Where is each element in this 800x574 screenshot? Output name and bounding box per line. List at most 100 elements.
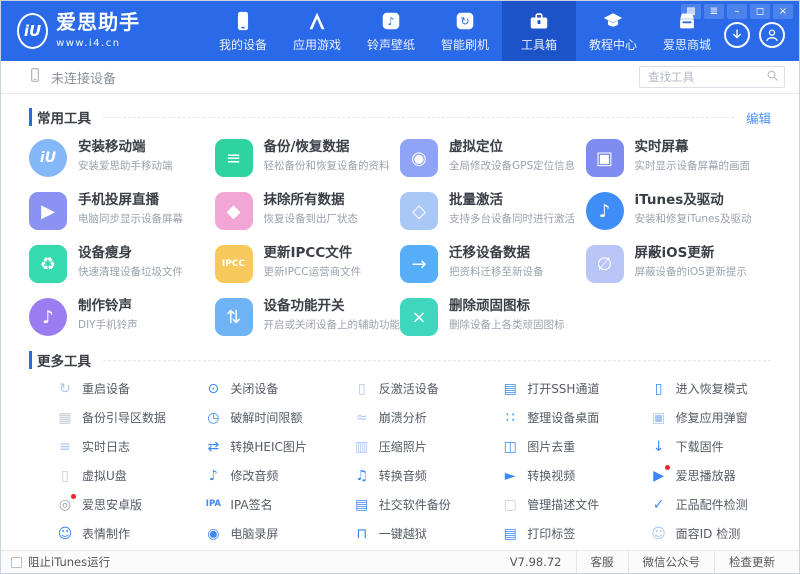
tool-virtual-location[interactable]: ◉ 虚拟定位 全局修改设备GPS定位信息 <box>400 139 586 177</box>
block-itunes-label[interactable]: 阻止iTunes运行 <box>28 554 110 570</box>
nav-ringtones-wallpapers[interactable]: ♪ 铃声壁纸 <box>354 1 428 61</box>
tool-subtitle: 开启或关闭设备上的辅助功能 <box>263 318 401 331</box>
tool-device-slim[interactable]: ♻ 设备瘦身 快速清理设备垃圾文件 <box>29 245 215 283</box>
tool-install-mobile[interactable]: iU 安装移动端 安装爱思助手移动端 <box>29 139 215 177</box>
mtool-label: 压缩照片 <box>378 440 427 454</box>
window-icon: ▣ <box>651 409 666 426</box>
mtool-label: IPA签名 <box>230 498 273 512</box>
mtool-edit-audio[interactable]: ♪ 修改音频 <box>177 467 325 484</box>
mtool-sticker-maker[interactable]: ☺ 表情制作 <box>29 525 177 542</box>
wechat-link[interactable]: 微信公众号 <box>627 550 715 573</box>
trash-icon: × <box>400 298 438 336</box>
support-link[interactable]: 客服 <box>575 550 628 573</box>
mtool-social-backup[interactable]: ▤ 社交软件备份 <box>326 496 474 513</box>
tool-itunes-driver[interactable]: ♪ iTunes及驱动 安装和修复iTunes及驱动 <box>585 192 772 230</box>
tool-batch-activate[interactable]: ◇ 批量激活 支持多台设备同时进行激活 <box>400 192 586 230</box>
mtool-deactivate-device[interactable]: ▯ 反激活设备 <box>326 380 474 397</box>
mtool-screen-record[interactable]: ◉ 电脑录屏 <box>177 525 325 542</box>
nav-apps-games[interactable]: 应用游戏 <box>280 1 354 61</box>
search-input[interactable] <box>648 70 765 84</box>
nav-my-devices[interactable]: 我的设备 <box>206 1 280 61</box>
skin-theme-icon[interactable]: ▩ <box>681 4 701 19</box>
mtool-accessory-check[interactable]: ✓ 正品配件检测 <box>623 496 771 513</box>
tool-search <box>639 66 785 88</box>
mtool-label: 图片去重 <box>527 440 576 454</box>
tool-erase-data[interactable]: ◆ 抹除所有数据 恢复设备到出厂状态 <box>214 192 401 230</box>
nav-smart-flash[interactable]: ↻ 智能刷机 <box>428 1 502 61</box>
record-icon: ◉ <box>207 525 220 542</box>
tool-update-ipcc[interactable]: IPCC 更新IPCC文件 更新IPCC运营商文件 <box>214 245 401 283</box>
mtool-jailbreak[interactable]: ⊓ 一键越狱 <box>326 525 474 542</box>
tool-subtitle: DIY手机铃声 <box>78 318 138 331</box>
mtool-label: 进入恢复模式 <box>675 382 748 396</box>
block-itunes-checkbox[interactable] <box>11 556 22 568</box>
mtool-ipa-sign[interactable]: IPA IPA签名 <box>177 496 325 513</box>
boot-backup-icon: ▦ <box>58 409 72 426</box>
convert-icon: ⇄ <box>207 438 220 455</box>
mtool-virtual-udisk[interactable]: ▯ 虚拟U盘 <box>29 467 177 484</box>
maximize-icon[interactable]: ◻ <box>750 4 770 19</box>
mtool-shutdown-device[interactable]: ⊙ 关闭设备 <box>177 380 325 397</box>
mtool-label: 实时日志 <box>82 440 131 454</box>
mtool-fix-app-popup[interactable]: ▣ 修复应用弹窗 <box>623 409 771 426</box>
folder-icon: ▤ <box>355 496 369 513</box>
tool-title: 屏蔽iOS更新 <box>634 245 715 261</box>
mtool-convert-video[interactable]: ► 转换视频 <box>474 467 622 484</box>
mtool-backup-boot-data[interactable]: ▦ 备份引导区数据 <box>29 409 177 426</box>
brand-site: www.i4.cn <box>56 38 121 50</box>
mtool-compress-photo[interactable]: ▥ 压缩照片 <box>326 438 474 455</box>
mtool-faceid-check[interactable]: ☺ 面容ID 检测 <box>623 525 771 542</box>
mtool-recovery-mode[interactable]: ▯ 进入恢复模式 <box>623 380 771 397</box>
clock-icon: ◷ <box>207 409 220 426</box>
user-account-button[interactable] <box>759 22 785 48</box>
tool-title: 迁移设备数据 <box>449 245 530 261</box>
download-manager-button[interactable] <box>724 22 750 48</box>
mtool-image-dedup[interactable]: ◫ 图片去重 <box>474 438 622 455</box>
mtool-convert-heic[interactable]: ⇄ 转换HEIC图片 <box>177 438 325 455</box>
tool-delete-stubborn-icons[interactable]: × 删除顽固图标 删除设备上各类顽固图标 <box>400 298 586 336</box>
mtool-convert-audio[interactable]: ♫ 转换音频 <box>326 467 474 484</box>
mtool-download-firmware[interactable]: ↓ 下载固件 <box>623 438 771 455</box>
terminal-icon: ▤ <box>503 380 517 397</box>
edit-link[interactable]: 编辑 <box>746 108 771 127</box>
tool-device-switches[interactable]: ⇅ 设备功能开关 开启或关闭设备上的辅助功能 <box>214 298 401 336</box>
mtool-print-label[interactable]: ▤ 打印标签 <box>474 525 622 542</box>
mtool-i4-player[interactable]: ▶ 爱思播放器 <box>623 464 771 484</box>
tool-subtitle: 屏蔽设备的iOS更新提示 <box>634 265 747 278</box>
tool-make-ringtone[interactable]: ♪ 制作铃声 DIY手机铃声 <box>29 298 215 336</box>
mtool-crack-time-limit[interactable]: ◷ 破解时间限额 <box>177 409 325 426</box>
mtool-label: 备份引导区数据 <box>82 411 167 425</box>
window-controls: ▩ ≣ – ◻ × <box>681 4 793 19</box>
mtool-label: 转换视频 <box>527 469 576 483</box>
mtool-organize-desktop[interactable]: ∷ 整理设备桌面 <box>474 409 622 426</box>
tool-migrate-data[interactable]: → 迁移设备数据 把资料迁移至新设备 <box>400 245 586 283</box>
block-ios-update-icon: ∅ <box>585 245 624 283</box>
nav-toolbox[interactable]: 工具箱 <box>502 1 576 61</box>
mtool-manage-profiles[interactable]: ▢ 管理描述文件 <box>474 496 622 513</box>
check-update-link[interactable]: 检查更新 <box>714 550 789 573</box>
nav-label: 智能刷机 <box>440 37 489 52</box>
nav-tutorials[interactable]: 教程中心 <box>576 1 650 61</box>
mtool-i4-android[interactable]: ◎ 爱思安卓版 <box>29 493 177 513</box>
mtool-crash-analysis[interactable]: ≈ 崩溃分析 <box>326 409 474 426</box>
audio-edit-icon: ♪ <box>208 467 218 484</box>
mtool-label: 关闭设备 <box>230 382 279 396</box>
document-icon: ▢ <box>503 496 517 513</box>
close-icon[interactable]: × <box>773 4 793 19</box>
refresh-icon: ↻ <box>454 10 476 32</box>
mtool-label: 修改音频 <box>230 469 279 483</box>
menu-icon[interactable]: ≣ <box>704 4 724 19</box>
tool-subtitle: 快速清理设备垃圾文件 <box>78 265 183 278</box>
tool-backup-restore[interactable]: ≡ 备份/恢复数据 轻松备份和恢复设备的资料 <box>214 139 401 177</box>
live-screen-icon: ▣ <box>585 139 624 177</box>
search-icon[interactable] <box>765 68 780 87</box>
tool-live-screen[interactable]: ▣ 实时屏幕 实时显示设备屏幕的画面 <box>585 139 772 177</box>
tool-subtitle: 更新IPCC运营商文件 <box>263 265 362 278</box>
mtool-label: 虚拟U盘 <box>82 469 127 483</box>
tool-screen-mirror[interactable]: ▶ 手机投屏直播 电脑同步显示设备屏幕 <box>29 192 215 230</box>
mtool-restart-device[interactable]: ↻ 重启设备 <box>29 380 177 397</box>
mtool-open-ssh[interactable]: ▤ 打开SSH通道 <box>474 380 622 397</box>
minimize-icon[interactable]: – <box>727 4 747 19</box>
mtool-realtime-log[interactable]: ≡ 实时日志 <box>29 438 177 455</box>
tool-block-ios-update[interactable]: ∅ 屏蔽iOS更新屏蔽设备的iOS更新提示 <box>585 245 772 283</box>
